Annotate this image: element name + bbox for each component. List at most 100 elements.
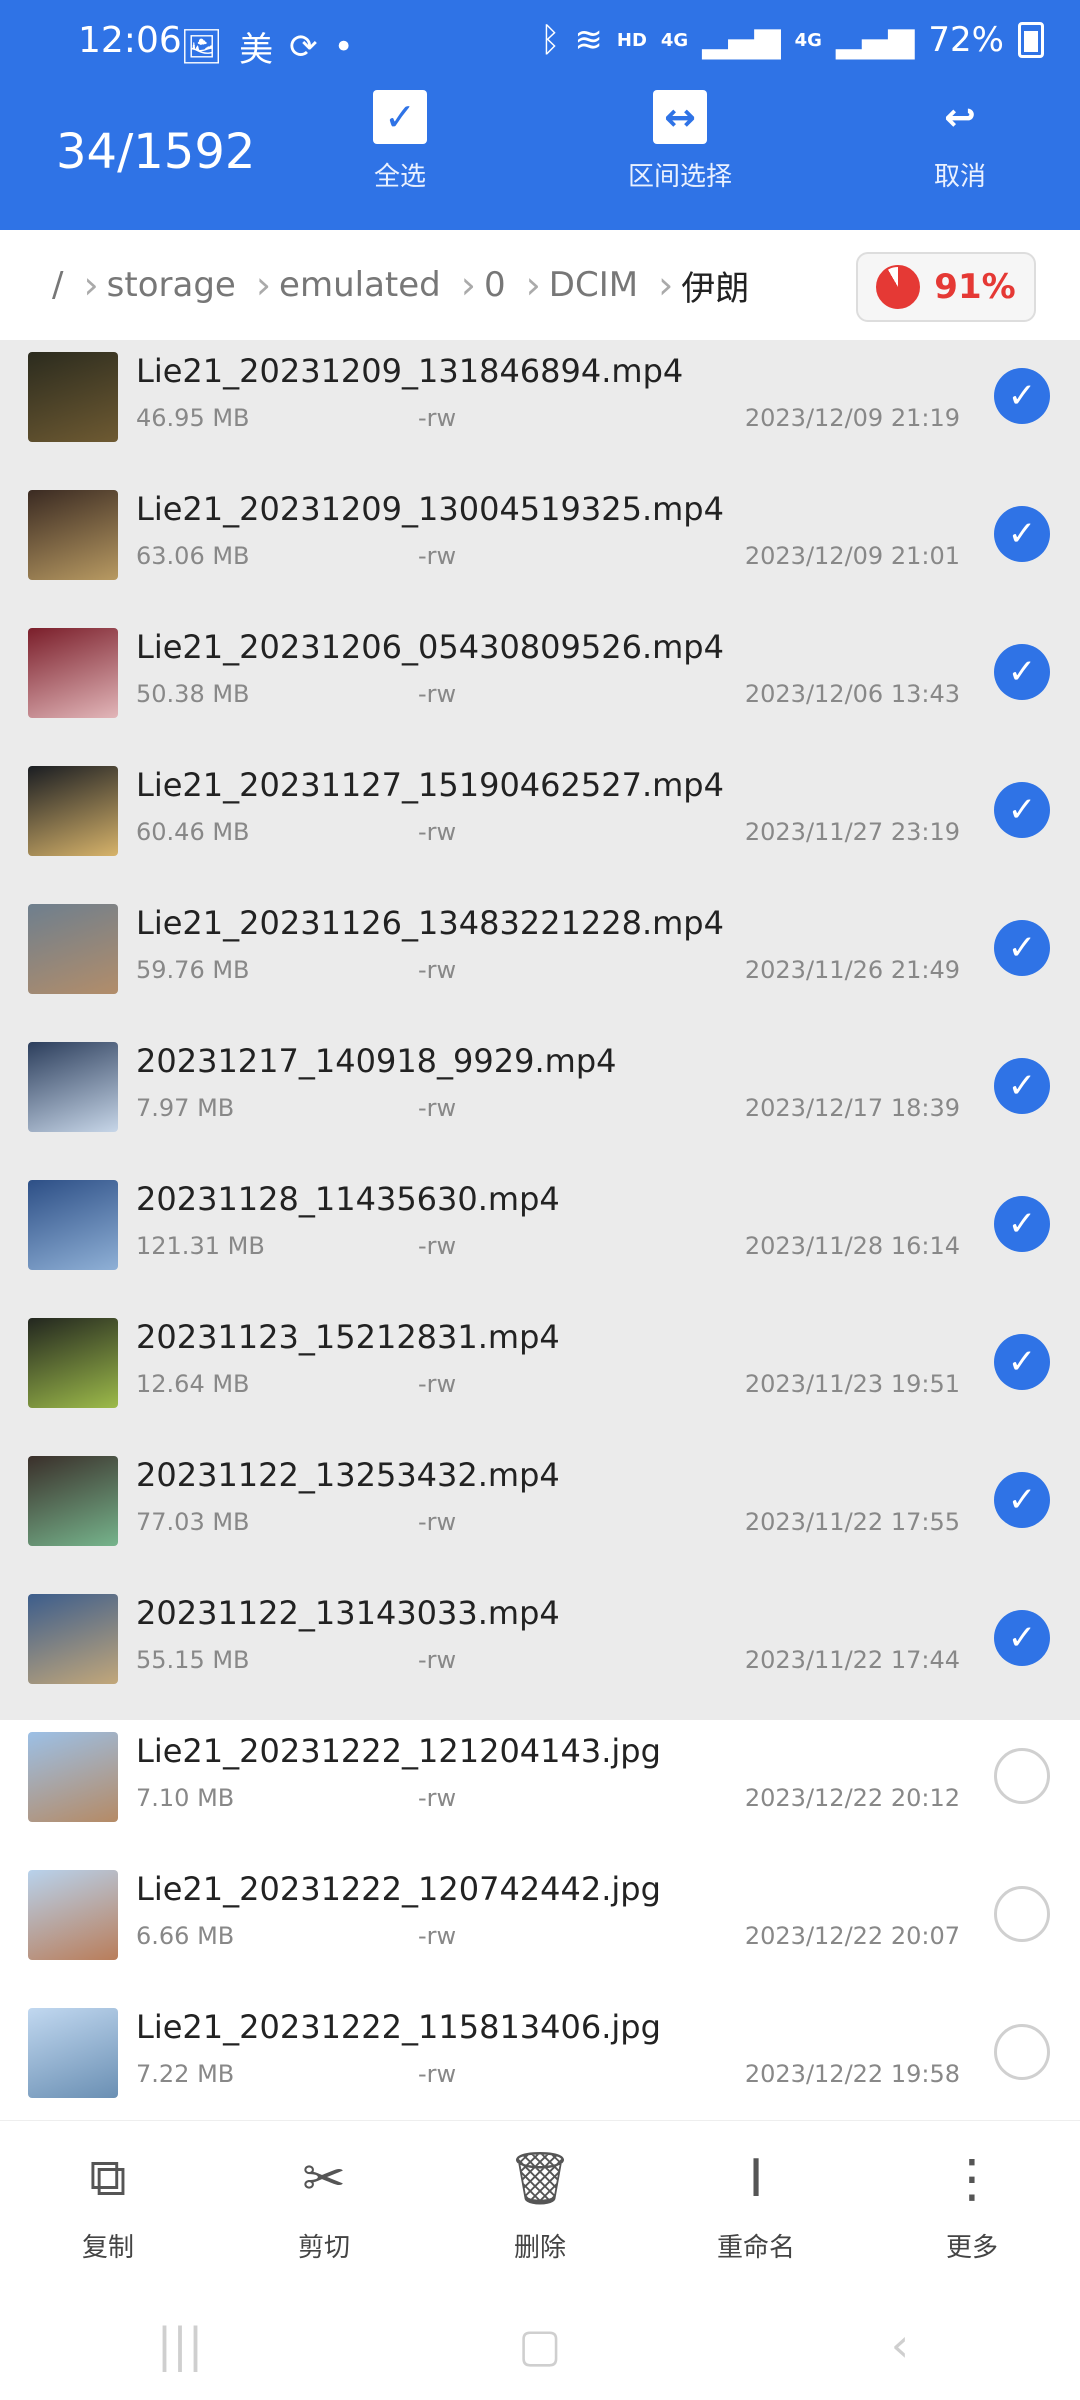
- file-date: 2023/11/26 21:49: [744, 956, 960, 984]
- file-row[interactable]: Lie21_20231126_13483221228.mp4 59.76 MB -r…: [0, 892, 1080, 1030]
- file-row[interactable]: Lie21_20231222_121204143.jpg 7.10 MB -rw 20…: [0, 1720, 1080, 1858]
- status-time: 12:06: [78, 20, 182, 61]
- checked-circle-icon[interactable]: ✓: [994, 1472, 1050, 1528]
- hd-indicator: HD: [616, 29, 647, 51]
- status-right: ᛒ ≋ HD 4G ▂▄▆ 4G ▂▄▆ 72%: [540, 20, 1044, 60]
- home-icon[interactable]: ▢: [480, 2315, 600, 2375]
- checked-circle-icon[interactable]: ✓: [994, 920, 1050, 976]
- file-size: 7.97 MB: [136, 1094, 235, 1122]
- file-name: 20231123_15212831.mp4: [136, 1318, 560, 1356]
- file-row[interactable]: Lie21_20231206_05430809526.mp4 50.38 MB -r…: [0, 616, 1080, 754]
- cut-button[interactable]: ✂ 剪切: [244, 2149, 404, 2264]
- file-size: 50.38 MB: [136, 680, 250, 708]
- checked-circle-icon[interactable]: ✓: [994, 644, 1050, 700]
- more-label: 更多: [945, 2232, 998, 2263]
- file-row[interactable]: 20231123_15212831.mp4 12.64 MB -rw 2023/11/…: [0, 1306, 1080, 1444]
- file-permission: -rw: [418, 1508, 457, 1536]
- storage-usage-button[interactable]: 91%: [856, 252, 1036, 322]
- file-size: 6.66 MB: [136, 1922, 235, 1950]
- file-permission: -rw: [418, 956, 457, 984]
- file-permission: -rw: [418, 818, 457, 846]
- delete-button[interactable]: 🗑 删除: [460, 2149, 620, 2264]
- unchecked-circle-icon[interactable]: [994, 1748, 1050, 1804]
- file-size: 46.95 MB: [136, 404, 250, 432]
- breadcrumb: / › storage › emulated › 0 › DCIM › 伊朗 9…: [0, 230, 1080, 340]
- file-date: 2023/11/28 16:14: [744, 1232, 960, 1260]
- file-name: Lie21_20231209_131846894.mp4: [136, 352, 684, 390]
- file-list: Lie21_20231209_131846894.mp4 46.95 MB -rw 2…: [0, 340, 1080, 2134]
- file-name: 20231217_140918_9929.mp4: [136, 1042, 617, 1080]
- file-thumbnail: [28, 1732, 118, 1822]
- breadcrumb-storage[interactable]: storage: [107, 265, 236, 305]
- file-permission: -rw: [418, 404, 457, 432]
- breadcrumb-current[interactable]: 伊朗: [681, 261, 749, 310]
- file-name: Lie21_20231222_121204143.jpg: [136, 1732, 661, 1770]
- file-row[interactable]: 20231217_140918_9929.mp4 7.97 MB -rw 2023/1…: [0, 1030, 1080, 1168]
- file-size: 77.03 MB: [136, 1508, 250, 1536]
- breadcrumb-emulated[interactable]: emulated: [279, 265, 441, 305]
- copy-button[interactable]: ⧉ 复制: [28, 2148, 188, 2264]
- file-size: 55.15 MB: [136, 1646, 250, 1674]
- more-icon: ⋮: [946, 2148, 998, 2209]
- bottom-action-bar: ⧉ 复制 ✂ 剪切 🗑 删除 I 重命名 ⋮ 更多: [0, 2120, 1080, 2291]
- checked-circle-icon[interactable]: ✓: [994, 782, 1050, 838]
- file-row[interactable]: 20231128_11435630.mp4 121.31 MB -rw 2023/11…: [0, 1168, 1080, 1306]
- back-icon[interactable]: ‹: [840, 2315, 960, 2375]
- signal-icon: ▂▄▆: [702, 20, 781, 60]
- dot-icon: •: [333, 26, 354, 67]
- checked-circle-icon[interactable]: ✓: [994, 1196, 1050, 1252]
- recent-apps-icon[interactable]: |||: [120, 2315, 240, 2375]
- file-size: 59.76 MB: [136, 956, 250, 984]
- checked-circle-icon[interactable]: ✓: [994, 1058, 1050, 1114]
- file-size: 7.10 MB: [136, 1784, 235, 1812]
- file-permission: -rw: [418, 1784, 457, 1812]
- breadcrumb-0[interactable]: 0: [484, 265, 506, 305]
- file-name: Lie21_20231222_115813406.jpg: [136, 2008, 661, 2046]
- range-select-icon: ↔: [653, 90, 707, 144]
- file-row[interactable]: Lie21_20231222_115813406.jpg 7.22 MB -rw 20…: [0, 1996, 1080, 2134]
- rename-button[interactable]: I 重命名: [676, 2149, 836, 2264]
- breadcrumb-dcim[interactable]: DCIM: [549, 265, 638, 305]
- checked-circle-icon[interactable]: ✓: [994, 368, 1050, 424]
- select-all-button[interactable]: ✓ 全选: [320, 90, 480, 220]
- file-size: 63.06 MB: [136, 542, 250, 570]
- file-thumbnail: [28, 352, 118, 442]
- file-name: Lie21_20231222_120742442.jpg: [136, 1870, 661, 1908]
- file-date: 2023/12/06 13:43: [744, 680, 960, 708]
- file-row[interactable]: 20231122_13143033.mp4 55.15 MB -rw 2023/11/…: [0, 1582, 1080, 1720]
- status-left-icons: 🖼 美 ⟳ •: [180, 22, 354, 71]
- file-thumbnail: [28, 2008, 118, 2098]
- file-row[interactable]: Lie21_20231222_120742442.jpg 6.66 MB -rw 20…: [0, 1858, 1080, 1996]
- file-thumbnail: [28, 490, 118, 580]
- file-permission: -rw: [418, 2060, 457, 2088]
- undo-icon: ↩: [944, 95, 976, 139]
- checked-circle-icon[interactable]: ✓: [994, 1334, 1050, 1390]
- file-thumbnail: [28, 1180, 118, 1270]
- system-nav-bar: ||| ▢ ‹: [0, 2290, 1080, 2400]
- file-name: Lie21_20231206_05430809526.mp4: [136, 628, 724, 666]
- status-bar: 12:06 🖼 美 ⟳ • ᛒ ≋ HD 4G ▂▄▆ 4G ▂▄▆ 72%: [0, 0, 1080, 90]
- checked-circle-icon[interactable]: ✓: [994, 506, 1050, 562]
- cut-label: 剪切: [297, 2232, 350, 2263]
- unchecked-circle-icon[interactable]: [994, 2024, 1050, 2080]
- file-size: 121.31 MB: [136, 1232, 265, 1260]
- range-select-button[interactable]: ↔ 区间选择: [600, 90, 760, 220]
- file-size: 60.46 MB: [136, 818, 250, 846]
- chevron-right-icon: ›: [255, 263, 272, 307]
- unchecked-circle-icon[interactable]: [994, 1886, 1050, 1942]
- file-date: 2023/11/22 17:55: [744, 1508, 960, 1536]
- file-row[interactable]: 20231122_13253432.mp4 77.03 MB -rw 2023/11/…: [0, 1444, 1080, 1582]
- file-name: Lie21_20231127_15190462527.mp4: [136, 766, 724, 804]
- file-row[interactable]: Lie21_20231209_13004519325.mp4 63.06 MB -r…: [0, 478, 1080, 616]
- breadcrumb-root[interactable]: /: [52, 265, 63, 305]
- file-thumbnail: [28, 766, 118, 856]
- checked-circle-icon[interactable]: ✓: [994, 1610, 1050, 1666]
- copy-icon: ⧉: [89, 2148, 127, 2208]
- more-button[interactable]: ⋮ 更多: [892, 2149, 1052, 2264]
- file-row[interactable]: Lie21_20231127_15190462527.mp4 60.46 MB -r…: [0, 754, 1080, 892]
- cancel-button[interactable]: ↩ 取消: [880, 90, 1040, 220]
- signal-icon: ▂▄▆: [835, 20, 915, 60]
- selection-actions: ✓ 全选 ↔ 区间选择 ↩ 取消: [320, 90, 1080, 220]
- file-row[interactable]: Lie21_20231209_131846894.mp4 46.95 MB -rw 2…: [0, 340, 1080, 478]
- file-thumbnail: [28, 904, 118, 994]
